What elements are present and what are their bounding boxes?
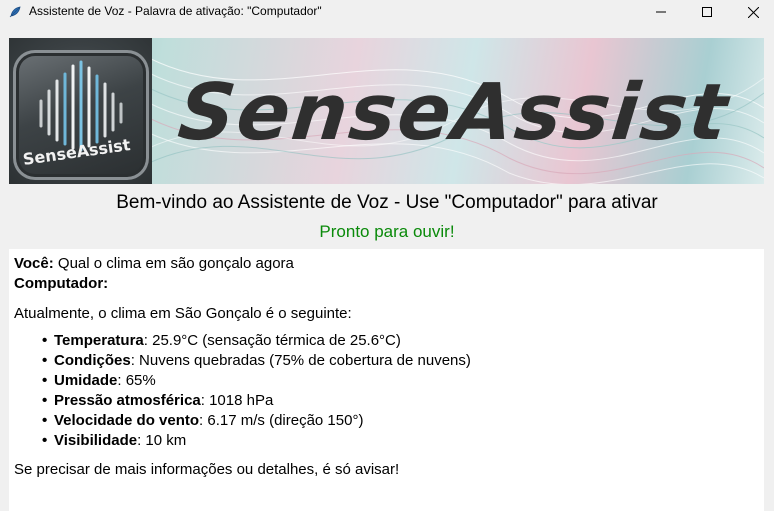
banner: SenseAssist SenseAssist — [9, 38, 764, 184]
detail-value: : 1018 hPa — [200, 392, 274, 409]
detail-label: Pressão atmosférica — [54, 392, 201, 409]
list-item: • Temperatura: 25.9°C (sensação térmica d… — [42, 332, 401, 349]
chat-transcript[interactable]: Você: Qual o clima em são gonçalo agora … — [9, 249, 764, 511]
status-text: Pronto para ouvir! — [319, 222, 455, 241]
detail-label: Visibilidade — [54, 432, 138, 449]
assistant-label-line: Computador: — [14, 274, 759, 294]
list-item: • Umidade: 65% — [42, 372, 156, 389]
maximize-icon — [702, 7, 712, 17]
banner-title: SenseAssist — [174, 68, 734, 158]
maximize-button[interactable] — [684, 0, 730, 24]
feather-app-icon — [9, 6, 21, 18]
window-title: Assistente de Voz - Palavra de ativação:… — [29, 4, 322, 18]
assistant-closing: Se precisar de mais informações ou detal… — [14, 461, 400, 478]
minimize-button[interactable] — [638, 0, 684, 24]
list-item: • Pressão atmosférica: 1018 hPa — [42, 392, 274, 409]
close-icon — [747, 6, 759, 18]
detail-value: : 25.9°C (sensação térmica de 25.6°C) — [143, 332, 401, 349]
detail-label: Condições — [54, 352, 131, 369]
title-bar: Assistente de Voz - Palavra de ativação:… — [0, 0, 774, 24]
welcome-message: Bem-vindo ao Assistente de Voz - Use "Co… — [116, 192, 658, 213]
detail-label: Temperatura — [54, 332, 144, 349]
detail-value: : 65% — [117, 372, 156, 389]
user-message-line: Você: Qual o clima em são gonçalo agora — [14, 254, 759, 274]
weather-details-list: • Temperatura: 25.9°C (sensação térmica d… — [42, 331, 759, 451]
detail-label: Umidade — [54, 372, 118, 389]
list-item: • Condições: Nuvens quebradas (75% de cob… — [42, 352, 471, 369]
assistant-intro: Atualmente, o clima em São Gonçalo é o s… — [14, 305, 352, 322]
list-item: • Velocidade do vento: 6.17 m/s (direção … — [42, 412, 364, 429]
assistant-label: Computador: — [14, 275, 109, 292]
detail-value: : 10 km — [137, 432, 187, 449]
user-message: Qual o clima em são gonçalo agora — [57, 255, 294, 272]
user-label: Você: — [14, 255, 54, 272]
list-item: • Visibilidade: 10 km — [42, 432, 187, 449]
detail-label: Velocidade do vento — [54, 412, 200, 429]
close-button[interactable] — [730, 0, 774, 24]
detail-value: : 6.17 m/s (direção 150°) — [199, 412, 364, 429]
detail-value: : Nuvens quebradas (75% de cobertura de … — [130, 352, 471, 369]
minimize-icon — [656, 11, 666, 13]
logo: SenseAssist — [9, 38, 152, 184]
